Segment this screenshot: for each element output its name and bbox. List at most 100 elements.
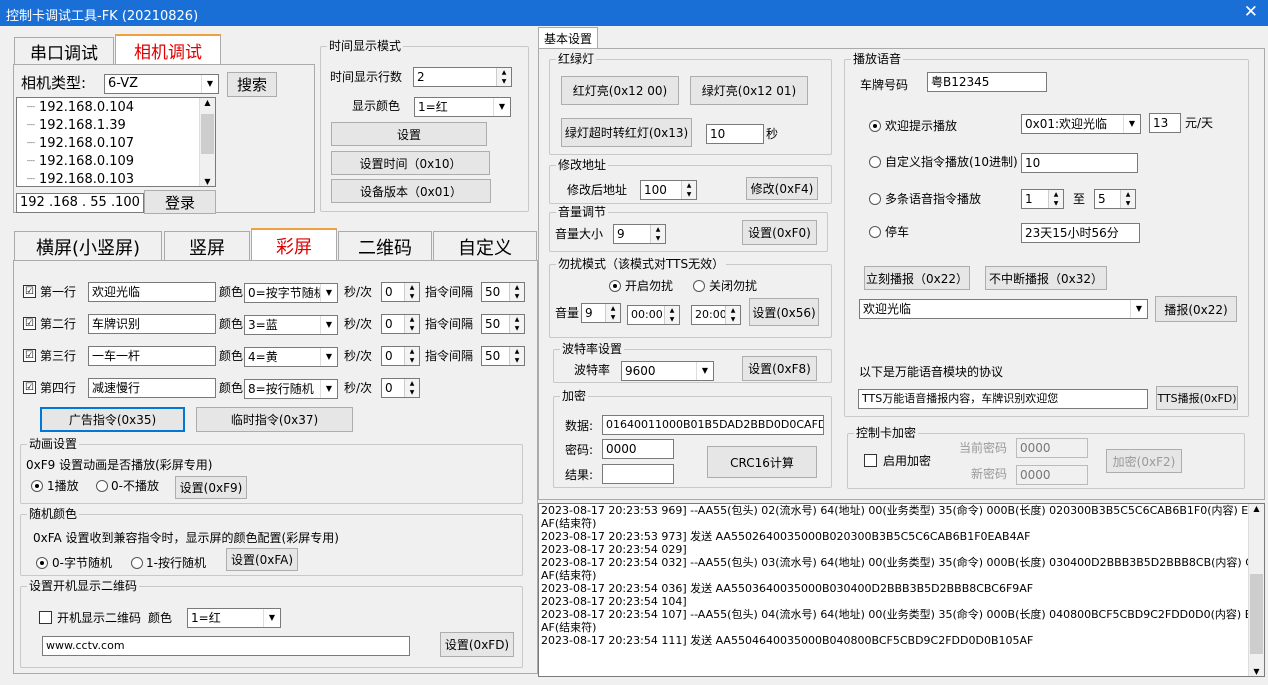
dnd-on-radio[interactable]: [609, 280, 621, 292]
line2-color-select[interactable]: 3=蓝 ▼: [244, 315, 338, 335]
dnd-start-time[interactable]: 00:00 ▲ ▼: [627, 305, 680, 325]
set-time-button[interactable]: 设置时间（0x10）: [331, 151, 490, 175]
line2-checkbox[interactable]: ☑: [23, 317, 36, 330]
parking-radio[interactable]: [869, 226, 881, 238]
tab-custom[interactable]: 自定义: [433, 231, 537, 261]
line4-checkbox[interactable]: ☑: [23, 381, 36, 394]
welcome-radio[interactable]: [869, 120, 881, 132]
line1-interval-spinner[interactable]: 50 ▲ ▼: [481, 282, 525, 302]
dnd-end-time[interactable]: 20:00 ▲ ▼: [691, 305, 741, 325]
camera-type-select[interactable]: 6-VZ ▼: [104, 74, 219, 94]
volume-set-button[interactable]: 设置(0xF0): [742, 220, 817, 245]
line1-checkbox[interactable]: ☑: [23, 285, 36, 298]
line3-text-input[interactable]: 一车一杆: [88, 346, 216, 366]
play-now-button[interactable]: 立刻播报（0x22）: [864, 266, 970, 290]
boot-qr-color-select[interactable]: 1=红 ▼: [187, 608, 281, 628]
play-continuous-button[interactable]: 不中断播报（0x32）: [985, 266, 1107, 290]
anim-noplay-radio[interactable]: [96, 480, 108, 492]
enable-encrypt-checkbox[interactable]: [864, 454, 877, 467]
line3-color-label: 颜色: [219, 349, 244, 363]
multi-from-spinner[interactable]: 1 ▲ ▼: [1021, 189, 1064, 209]
random-color-set-button[interactable]: 设置(0xFA): [226, 548, 298, 571]
line1-text-input[interactable]: 欢迎光临: [88, 282, 216, 302]
password-input[interactable]: 0000: [602, 439, 674, 459]
data-input[interactable]: 01640011000B01B5DAD2BBD0D0CAFDBEC: [602, 415, 824, 435]
line4-text-input[interactable]: 减速慢行: [88, 378, 216, 398]
tab-color-screen[interactable]: 彩屏: [251, 228, 337, 261]
broadcast-button[interactable]: 播报(0x22): [1155, 296, 1237, 322]
new-password-input[interactable]: 0000: [1016, 465, 1088, 485]
tab-landscape[interactable]: 横屏(小竖屏): [14, 231, 162, 261]
log-panel[interactable]: 2023-08-17 20:23:53 969] --AA55(包头) 02(流…: [538, 503, 1265, 677]
line3-interval-spinner[interactable]: 50 ▲ ▼: [481, 346, 525, 366]
green-light-button[interactable]: 绿灯亮(0x12 01): [690, 76, 808, 105]
encrypt-button[interactable]: 加密(0xF2): [1106, 449, 1182, 473]
tts-text-input[interactable]: TTS万能语音播报内容，车牌识别欢迎您: [858, 389, 1148, 409]
temp-command-button[interactable]: 临时指令(0x37): [196, 407, 353, 432]
list-item[interactable]: ┈ 192.168.0.103: [27, 171, 134, 186]
new-address-spinner[interactable]: 100 ▲ ▼: [640, 180, 697, 200]
line3-checkbox[interactable]: ☑: [23, 349, 36, 362]
custom-cmd-input[interactable]: 10: [1021, 153, 1138, 173]
red-light-button[interactable]: 红灯亮(0x12 00): [561, 76, 679, 105]
baud-set-button[interactable]: 设置(0xF8): [742, 356, 817, 381]
result-input[interactable]: [602, 464, 674, 484]
ip-address-input[interactable]: 192 .168 . 55 .100: [16, 193, 144, 213]
volume-spinner[interactable]: 9 ▲ ▼: [613, 224, 666, 244]
tab-camera-debug[interactable]: 相机调试: [115, 34, 221, 65]
plate-input[interactable]: 粤B12345: [927, 72, 1047, 92]
time-set-button[interactable]: 设置: [331, 122, 487, 146]
welcome-select[interactable]: 0x01:欢迎光临 ▼: [1021, 114, 1141, 134]
byte-random-radio[interactable]: [36, 557, 48, 569]
line-random-radio[interactable]: [131, 557, 143, 569]
list-item[interactable]: ┈ 192.168.0.104: [27, 99, 134, 117]
dnd-volume-spinner[interactable]: 9 ▲ ▼: [581, 303, 621, 323]
tts-play-button[interactable]: TTS播报(0xFD): [1156, 386, 1238, 410]
line2-secs-spinner[interactable]: 0 ▲ ▼: [381, 314, 420, 334]
price-input[interactable]: 13: [1149, 113, 1181, 133]
camera-ip-list[interactable]: ┈ 192.168.0.104 ┈ 192.168.1.39 ┈ 192.168…: [16, 97, 216, 187]
line2-text-input[interactable]: 车牌识别: [88, 314, 216, 334]
tab-serial-debug[interactable]: 串口调试: [14, 37, 114, 65]
login-button[interactable]: 登录: [144, 190, 216, 214]
boot-qr-checkbox[interactable]: [39, 611, 52, 624]
list-item[interactable]: ┈ 192.168.1.39: [27, 117, 126, 135]
tab-qrcode[interactable]: 二维码: [338, 231, 432, 261]
close-icon[interactable]: ✕: [1244, 2, 1258, 22]
line4-color-select[interactable]: 8=按行随机 ▼: [244, 379, 338, 399]
line4-secs-spinner[interactable]: 0 ▲ ▼: [381, 378, 420, 398]
scrollbar[interactable]: ▲ ▼: [199, 98, 215, 186]
device-version-button[interactable]: 设备版本（0x01）: [331, 179, 491, 203]
baud-select[interactable]: 9600 ▼: [621, 361, 714, 381]
line1-color-select[interactable]: 0=按字节随机 ▼: [244, 283, 338, 303]
tab-portrait[interactable]: 竖屏: [164, 231, 250, 261]
timeout-seconds-input[interactable]: 10: [706, 124, 764, 144]
display-color-select[interactable]: 1=红 ▼: [414, 97, 511, 117]
dnd-set-button[interactable]: 设置(0x56): [749, 298, 819, 326]
line1-secs-spinner[interactable]: 0 ▲ ▼: [381, 282, 420, 302]
log-scrollbar[interactable]: ▲ ▼: [1248, 504, 1264, 676]
list-item[interactable]: ┈ 192.168.0.107: [27, 135, 134, 153]
line2-interval-spinner[interactable]: 50 ▲ ▼: [481, 314, 525, 334]
qr-set-button[interactable]: 设置(0xFD): [440, 632, 514, 657]
green-timeout-button[interactable]: 绿灯超时转红灯(0x13): [561, 118, 692, 147]
tab-basic-settings[interactable]: 基本设置: [538, 27, 598, 49]
multi-to-spinner[interactable]: 5 ▲ ▼: [1094, 189, 1136, 209]
anim-set-button[interactable]: 设置(0xF9): [175, 476, 247, 499]
crc16-button[interactable]: CRC16计算: [707, 446, 817, 478]
dnd-off-radio[interactable]: [693, 280, 705, 292]
qr-url-input[interactable]: www.cctv.com: [42, 636, 410, 656]
custom-cmd-radio[interactable]: [869, 156, 881, 168]
time-rows-spinner[interactable]: 2 ▲ ▼: [413, 67, 512, 87]
parking-duration-input[interactable]: 23天15小时56分: [1021, 223, 1140, 243]
voice-text-select[interactable]: 欢迎光临 ▼: [859, 299, 1148, 319]
search-button[interactable]: 搜索: [227, 72, 277, 97]
list-item[interactable]: ┈ 192.168.0.109: [27, 153, 134, 171]
line3-color-select[interactable]: 4=黄 ▼: [244, 347, 338, 367]
anim-play-radio[interactable]: [31, 480, 43, 492]
ad-command-button[interactable]: 广告指令(0x35): [40, 407, 185, 432]
line3-secs-spinner[interactable]: 0 ▲ ▼: [381, 346, 420, 366]
multi-cmd-radio[interactable]: [869, 193, 881, 205]
modify-address-button[interactable]: 修改(0xF4): [746, 177, 818, 200]
current-password-input[interactable]: 0000: [1016, 438, 1088, 458]
